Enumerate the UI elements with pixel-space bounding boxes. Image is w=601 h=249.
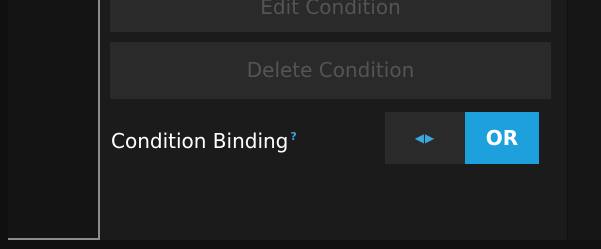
condition-binding-toggle[interactable]: ◀▶ OR bbox=[385, 112, 539, 164]
left-panel bbox=[0, 0, 100, 240]
condition-binding-row: Condition Binding? ◀▶ OR bbox=[111, 112, 541, 164]
condition-binding-text: Condition Binding bbox=[111, 129, 289, 153]
toggle-or-option[interactable]: OR bbox=[465, 112, 539, 164]
toggle-value: OR bbox=[485, 126, 519, 150]
toggle-switch-handle[interactable]: ◀▶ bbox=[385, 112, 465, 164]
help-icon[interactable]: ? bbox=[290, 130, 296, 143]
right-scroll-edge bbox=[567, 0, 601, 249]
edit-condition-button[interactable]: Edit Condition bbox=[110, 0, 551, 32]
condition-binding-label: Condition Binding? bbox=[111, 129, 297, 157]
left-panel-shadow bbox=[0, 0, 8, 240]
bottom-strip bbox=[0, 240, 601, 249]
left-right-arrows-icon: ◀▶ bbox=[414, 131, 436, 145]
delete-condition-button[interactable]: Delete Condition bbox=[110, 42, 551, 99]
